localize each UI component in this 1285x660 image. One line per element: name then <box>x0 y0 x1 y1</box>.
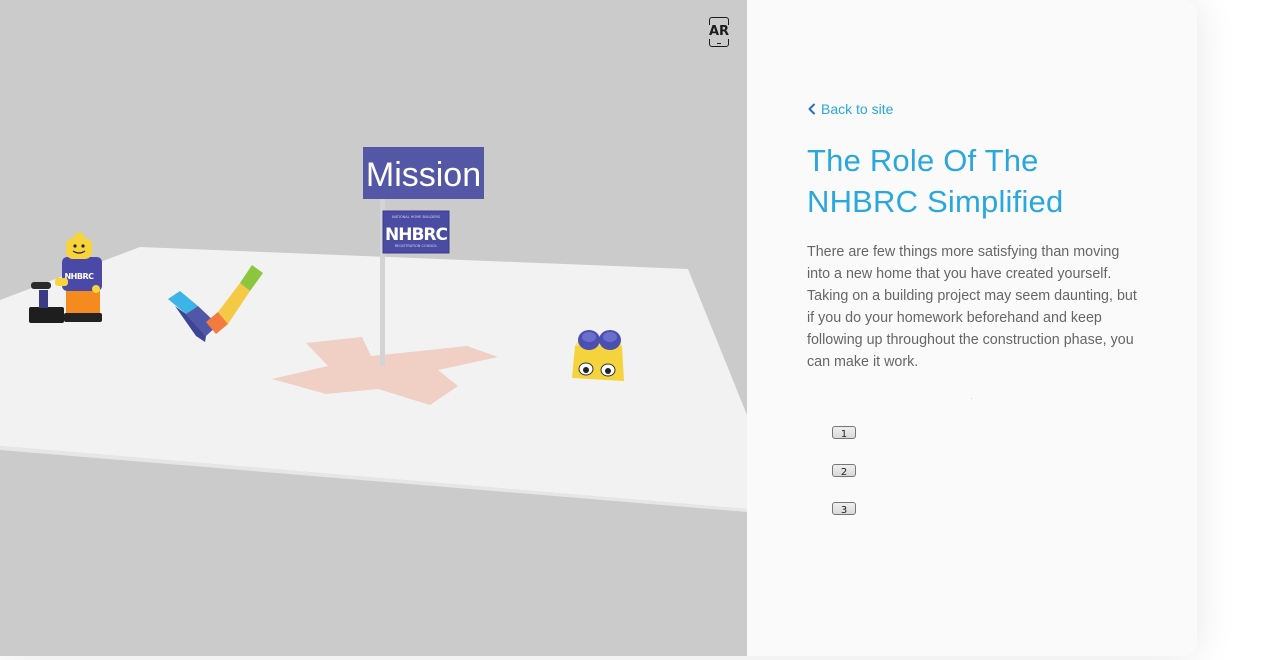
step-button-1[interactable]: 1 <box>832 426 856 440</box>
step-button-2[interactable]: 2 <box>832 464 856 478</box>
binocular-brick <box>572 330 624 381</box>
description-text: There are few things more satisfying tha… <box>807 244 1137 370</box>
figure-shirt-text: NHBRC <box>64 272 94 281</box>
ar-view-button[interactable]: AR <box>708 17 730 47</box>
title-line-1: The Role Of The <box>807 143 1039 178</box>
divider-dot <box>971 398 972 399</box>
chevron-left-icon <box>808 103 815 115</box>
logo-small-text-top: NATIONAL HOME BUILDERS <box>392 215 441 219</box>
mission-sign: Mission <box>363 147 484 199</box>
info-panel: Back to site The Role Of The NHBRC Simpl… <box>747 0 1197 656</box>
mission-sign-text: Mission <box>366 156 481 194</box>
app-window: Mission NATIONAL HOME BUILDERS NHBRC REG… <box>0 0 1197 656</box>
title-line-2: NHBRC Simplified <box>807 184 1064 219</box>
nhbrc-logo-sign: NATIONAL HOME BUILDERS NHBRC REGISTRATIO… <box>382 210 450 254</box>
ar-phone-icon <box>717 42 721 44</box>
back-link-label: Back to site <box>821 101 894 117</box>
page-title: The Role Of The NHBRC Simplified <box>807 140 1137 222</box>
back-to-site-link[interactable]: Back to site <box>807 101 893 117</box>
3d-scene-viewport[interactable]: Mission NATIONAL HOME BUILDERS NHBRC REG… <box>0 0 747 656</box>
logo-small-text-bottom: REGISTRATION COUNCIL <box>395 244 438 248</box>
logo-main-text: NHBRC <box>385 225 448 245</box>
step-button-3[interactable]: 3 <box>832 502 856 516</box>
ar-label: AR <box>708 24 730 39</box>
scene-illustration: Mission NATIONAL HOME BUILDERS NHBRC REG… <box>0 147 747 512</box>
